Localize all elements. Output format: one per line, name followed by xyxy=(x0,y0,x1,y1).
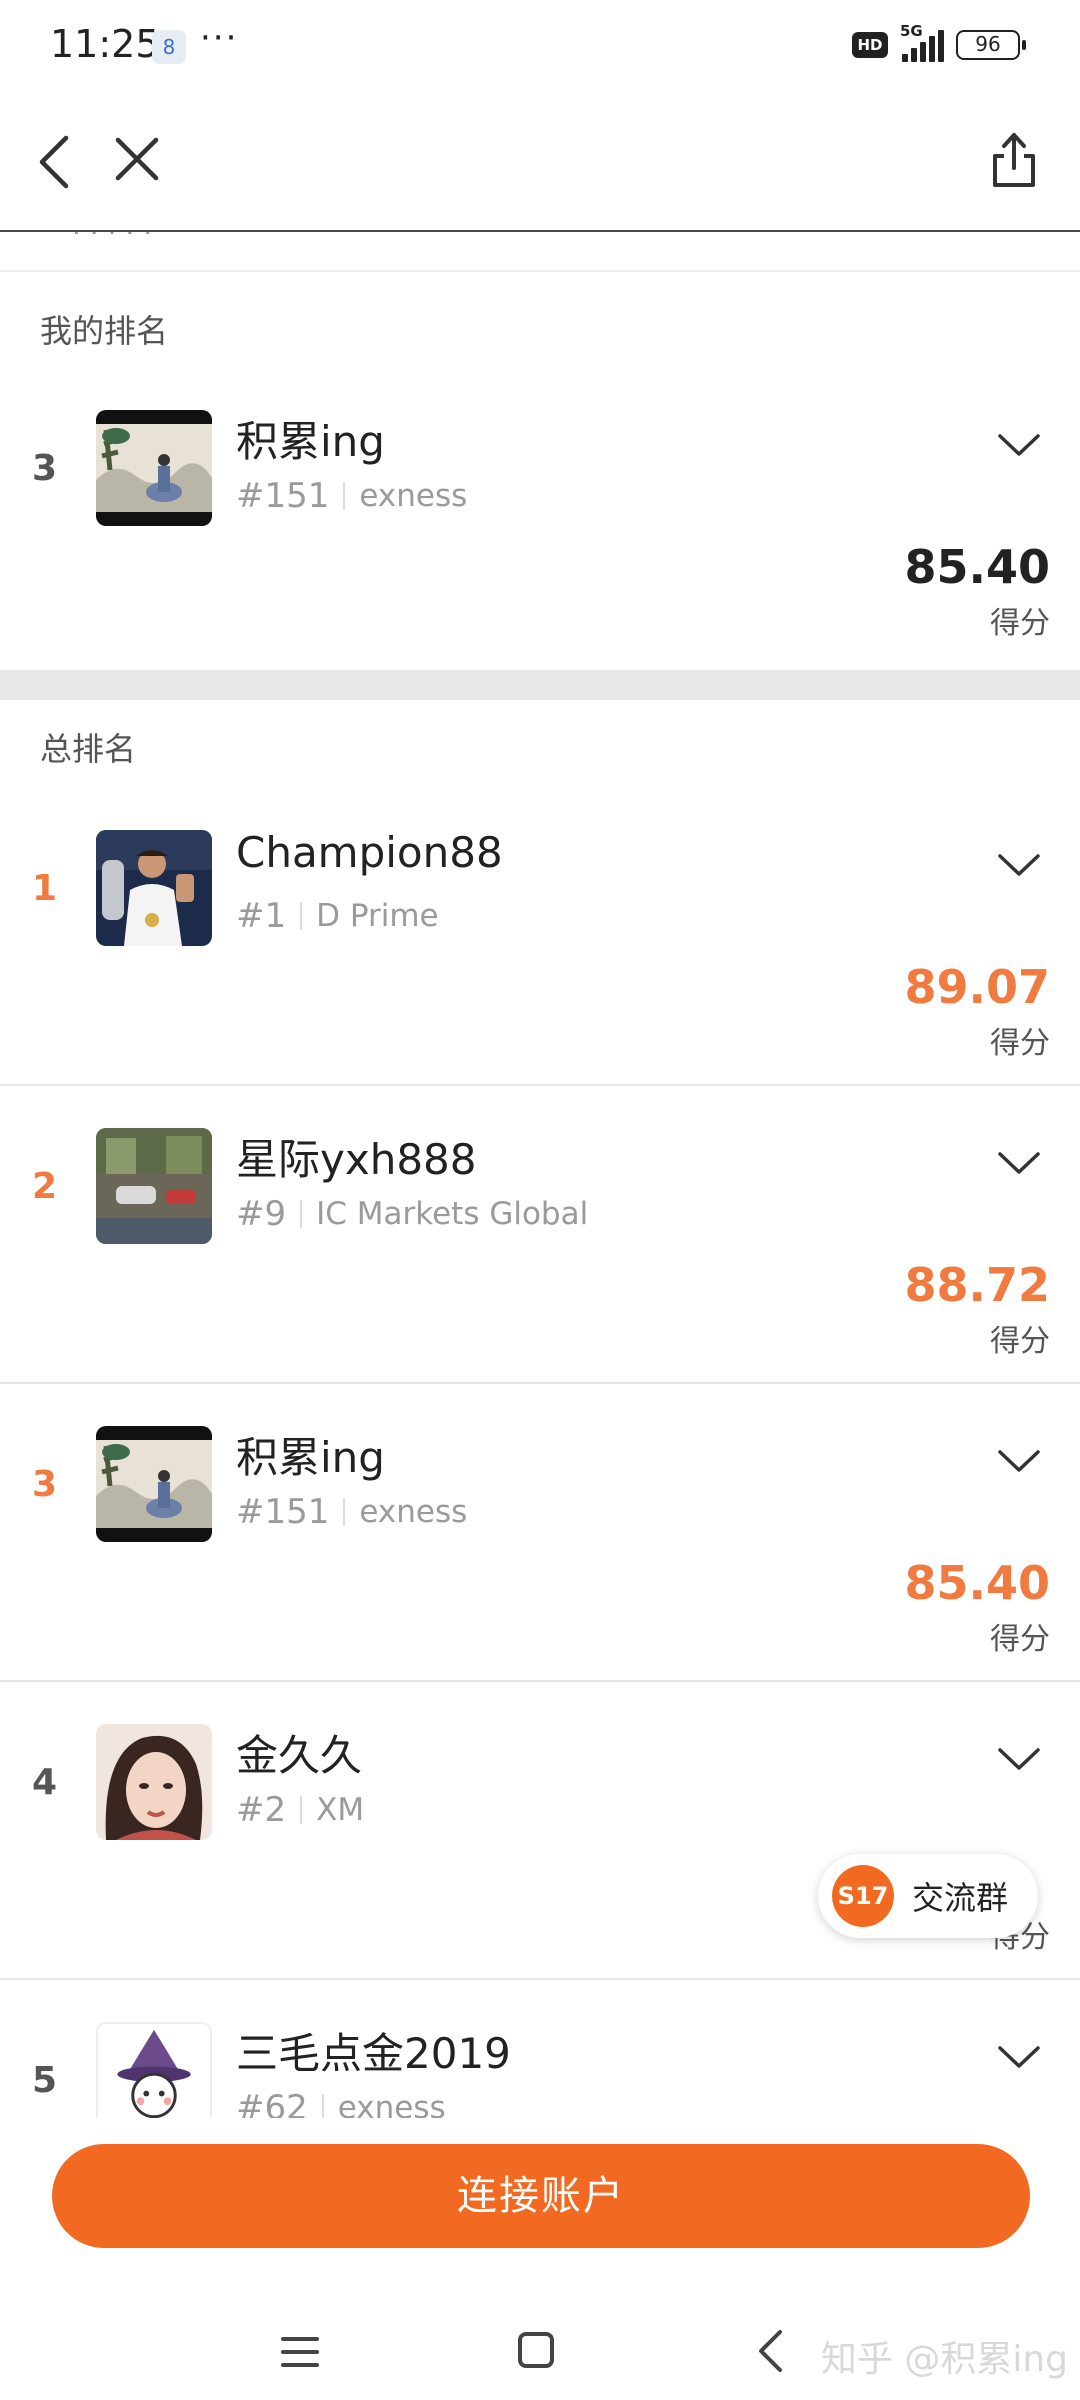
network-type: 5G xyxy=(900,22,923,40)
trader-meta: #1 D Prime xyxy=(236,896,439,936)
chevron-down-icon[interactable] xyxy=(996,430,1042,460)
chat-group-badge: S17 xyxy=(832,1865,894,1927)
rank-number: 4 xyxy=(32,1762,58,1803)
trader-meta: #151 exness xyxy=(236,476,467,516)
rank-number: 2 xyxy=(32,1166,58,1207)
chevron-down-icon[interactable] xyxy=(996,2042,1042,2072)
account-number: #2 xyxy=(236,1790,287,1830)
top-nav-bar xyxy=(0,92,1080,232)
notification-icon: 8 xyxy=(152,30,186,64)
chat-group-button[interactable]: S17 交流群 xyxy=(818,1854,1038,1938)
ranking-row[interactable]: 1 Champion88 #1 D Prime 89.07 得分 xyxy=(0,790,1080,1086)
trader-meta: #2 XM xyxy=(236,1790,364,1830)
status-indicators: HD 5G 96 xyxy=(852,22,1026,62)
scrolled-content-edge: · · · · · xyxy=(0,232,1080,272)
trader-name: 积累ing xyxy=(236,1433,385,1482)
status-time: 11:25 xyxy=(50,22,160,66)
more-notifications-icon: ··· xyxy=(200,18,239,58)
trader-name: 星际yxh888 xyxy=(236,1135,477,1184)
score-label: 得分 xyxy=(990,1622,1050,1657)
watermark: 知乎 @积累ing xyxy=(820,2339,1068,2380)
score-label: 得分 xyxy=(990,1324,1050,1359)
account-number: #151 xyxy=(236,1492,330,1532)
divider xyxy=(300,1200,303,1228)
menu-icon[interactable] xyxy=(280,2334,320,2370)
status-bar: 11:25 8 ··· HD 5G 96 xyxy=(0,0,1080,92)
score-value: 88.72 xyxy=(904,1258,1050,1312)
trader-name: Champion88 xyxy=(236,828,503,877)
rank-number: 5 xyxy=(32,2060,58,2101)
avatar xyxy=(96,1426,212,1542)
score-value: 85.40 xyxy=(904,540,1050,594)
rank-number: 3 xyxy=(32,1464,58,1505)
chevron-left-icon[interactable] xyxy=(34,132,74,192)
section-divider xyxy=(0,670,1080,700)
share-icon[interactable] xyxy=(990,130,1038,190)
avatar xyxy=(96,410,212,526)
avatar xyxy=(96,1128,212,1244)
score-label: 得分 xyxy=(990,1026,1050,1061)
back-icon[interactable] xyxy=(756,2328,784,2374)
close-icon[interactable] xyxy=(112,134,162,184)
divider xyxy=(300,1796,303,1824)
hd-icon: HD xyxy=(852,32,888,58)
connect-account-button[interactable]: 连接账户 xyxy=(52,2144,1030,2248)
score-value: 89.07 xyxy=(904,960,1050,1014)
avatar xyxy=(96,830,212,946)
battery-icon: 96 xyxy=(956,30,1026,60)
bottom-bar: 连接账户 知乎 @积累ing xyxy=(0,2118,1080,2400)
score-value: 85.40 xyxy=(904,1556,1050,1610)
rank-number: 1 xyxy=(32,868,58,909)
overall-ranking-title: 总排名 xyxy=(40,730,137,768)
divider xyxy=(343,482,346,510)
chat-group-label: 交流群 xyxy=(912,1879,1009,1917)
account-number: #1 xyxy=(236,896,287,936)
score-label: 得分 xyxy=(990,606,1050,641)
my-ranking-row[interactable]: 3 积累ing #151 exness 85.40 得分 xyxy=(0,370,1080,666)
trader-meta: #151 exness xyxy=(236,1492,467,1532)
trader-name: 积累ing xyxy=(236,417,385,466)
ranking-row[interactable]: 2 星际yxh888 #9 IC Markets Global 88.72 得分 xyxy=(0,1088,1080,1384)
chevron-down-icon[interactable] xyxy=(996,1744,1042,1774)
broker-name: exness xyxy=(359,478,468,514)
divider xyxy=(300,902,303,930)
system-nav-bar: 知乎 @积累ing xyxy=(0,2318,1080,2388)
avatar xyxy=(96,1724,212,1840)
trader-name: 金久久 xyxy=(236,1731,363,1780)
signal-icon: 5G xyxy=(900,22,944,62)
home-icon[interactable] xyxy=(516,2330,556,2370)
account-number: #9 xyxy=(236,1194,287,1234)
broker-name: XM xyxy=(316,1792,365,1828)
divider xyxy=(343,1498,346,1526)
trader-meta: #9 IC Markets Global xyxy=(236,1194,588,1234)
broker-name: IC Markets Global xyxy=(316,1196,589,1232)
rank-number: 3 xyxy=(32,448,58,489)
trader-name: 三毛点金2019 xyxy=(236,2029,511,2078)
chevron-down-icon[interactable] xyxy=(996,850,1042,880)
my-ranking-title: 我的排名 xyxy=(40,312,169,350)
broker-name: D Prime xyxy=(316,898,439,934)
chevron-down-icon[interactable] xyxy=(996,1446,1042,1476)
broker-name: exness xyxy=(359,1494,468,1530)
chevron-down-icon[interactable] xyxy=(996,1148,1042,1178)
account-number: #151 xyxy=(236,476,330,516)
ranking-row[interactable]: 3 积累ing #151 exness 85.40 得分 xyxy=(0,1386,1080,1682)
